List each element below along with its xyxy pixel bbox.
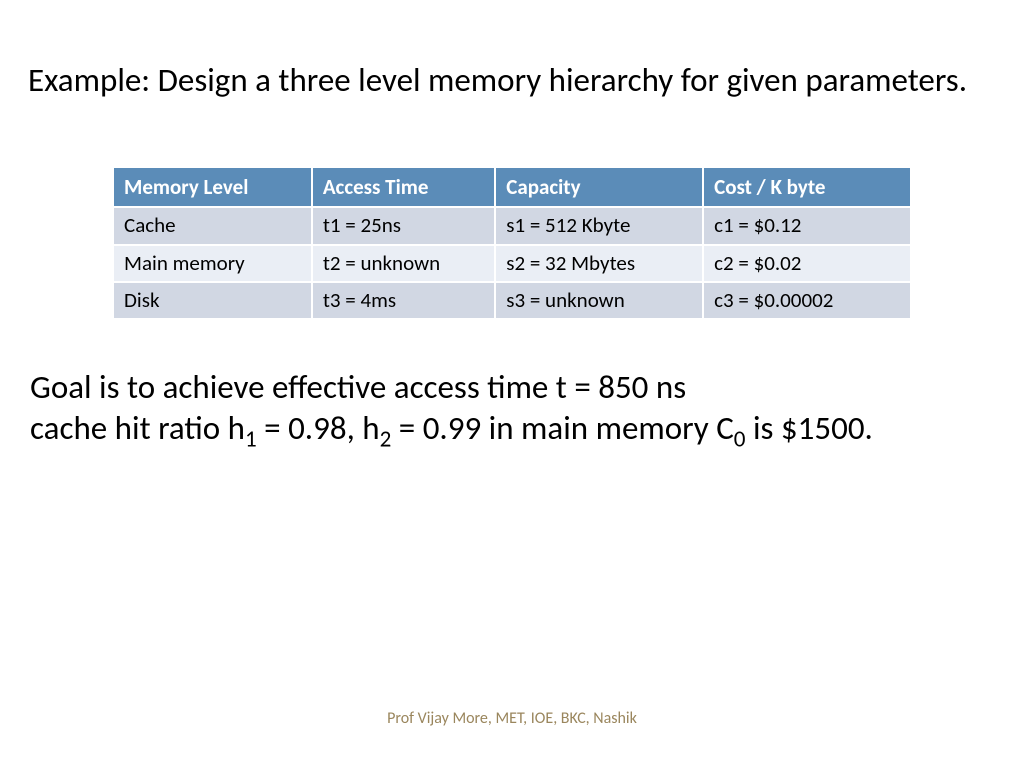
goal-line1: Goal is to achieve effective access time… bbox=[30, 367, 686, 407]
sub-0: 0 bbox=[734, 426, 746, 454]
goal-line2-d: is $1500. bbox=[746, 408, 873, 448]
cell-cost: c2 = $0.02 bbox=[703, 245, 911, 282]
cell-access: t1 = 25ns bbox=[312, 207, 495, 244]
goal-text: Goal is to achieve effective access time… bbox=[30, 367, 990, 455]
cell-capacity: s1 = 512 Kbyte bbox=[495, 207, 703, 244]
slide-title: Example: Design a three level memory hie… bbox=[28, 60, 988, 101]
slide: Example: Design a three level memory hie… bbox=[0, 0, 1024, 768]
cell-cost: c1 = $0.12 bbox=[703, 207, 911, 244]
goal-line2-c: = 0.99 in main memory C bbox=[391, 408, 733, 448]
goal-line2-a: cache hit ratio h bbox=[30, 408, 245, 448]
cell-level: Disk bbox=[113, 282, 312, 319]
sub-1: 1 bbox=[245, 426, 257, 454]
goal-line2-b: = 0.98, h bbox=[257, 408, 380, 448]
table-header-row: Memory Level Access Time Capacity Cost /… bbox=[113, 167, 911, 207]
col-header-cost: Cost / K byte bbox=[703, 167, 911, 207]
memory-hierarchy-table: Memory Level Access Time Capacity Cost /… bbox=[112, 166, 912, 320]
cell-cost: c3 = $0.00002 bbox=[703, 282, 911, 319]
table-row: Cache t1 = 25ns s1 = 512 Kbyte c1 = $0.1… bbox=[113, 207, 911, 244]
sub-2: 2 bbox=[380, 426, 392, 454]
table-row: Disk t3 = 4ms s3 = unknown c3 = $0.00002 bbox=[113, 282, 911, 319]
cell-capacity: s3 = unknown bbox=[495, 282, 703, 319]
cell-capacity: s2 = 32 Mbytes bbox=[495, 245, 703, 282]
col-header-memory-level: Memory Level bbox=[113, 167, 312, 207]
cell-access: t3 = 4ms bbox=[312, 282, 495, 319]
col-header-access-time: Access Time bbox=[312, 167, 495, 207]
cell-level: Cache bbox=[113, 207, 312, 244]
table-row: Main memory t2 = unknown s2 = 32 Mbytes … bbox=[113, 245, 911, 282]
col-header-capacity: Capacity bbox=[495, 167, 703, 207]
footer-credit: Prof Vijay More, MET, IOE, BKC, Nashik bbox=[0, 709, 1024, 728]
cell-access: t2 = unknown bbox=[312, 245, 495, 282]
cell-level: Main memory bbox=[113, 245, 312, 282]
